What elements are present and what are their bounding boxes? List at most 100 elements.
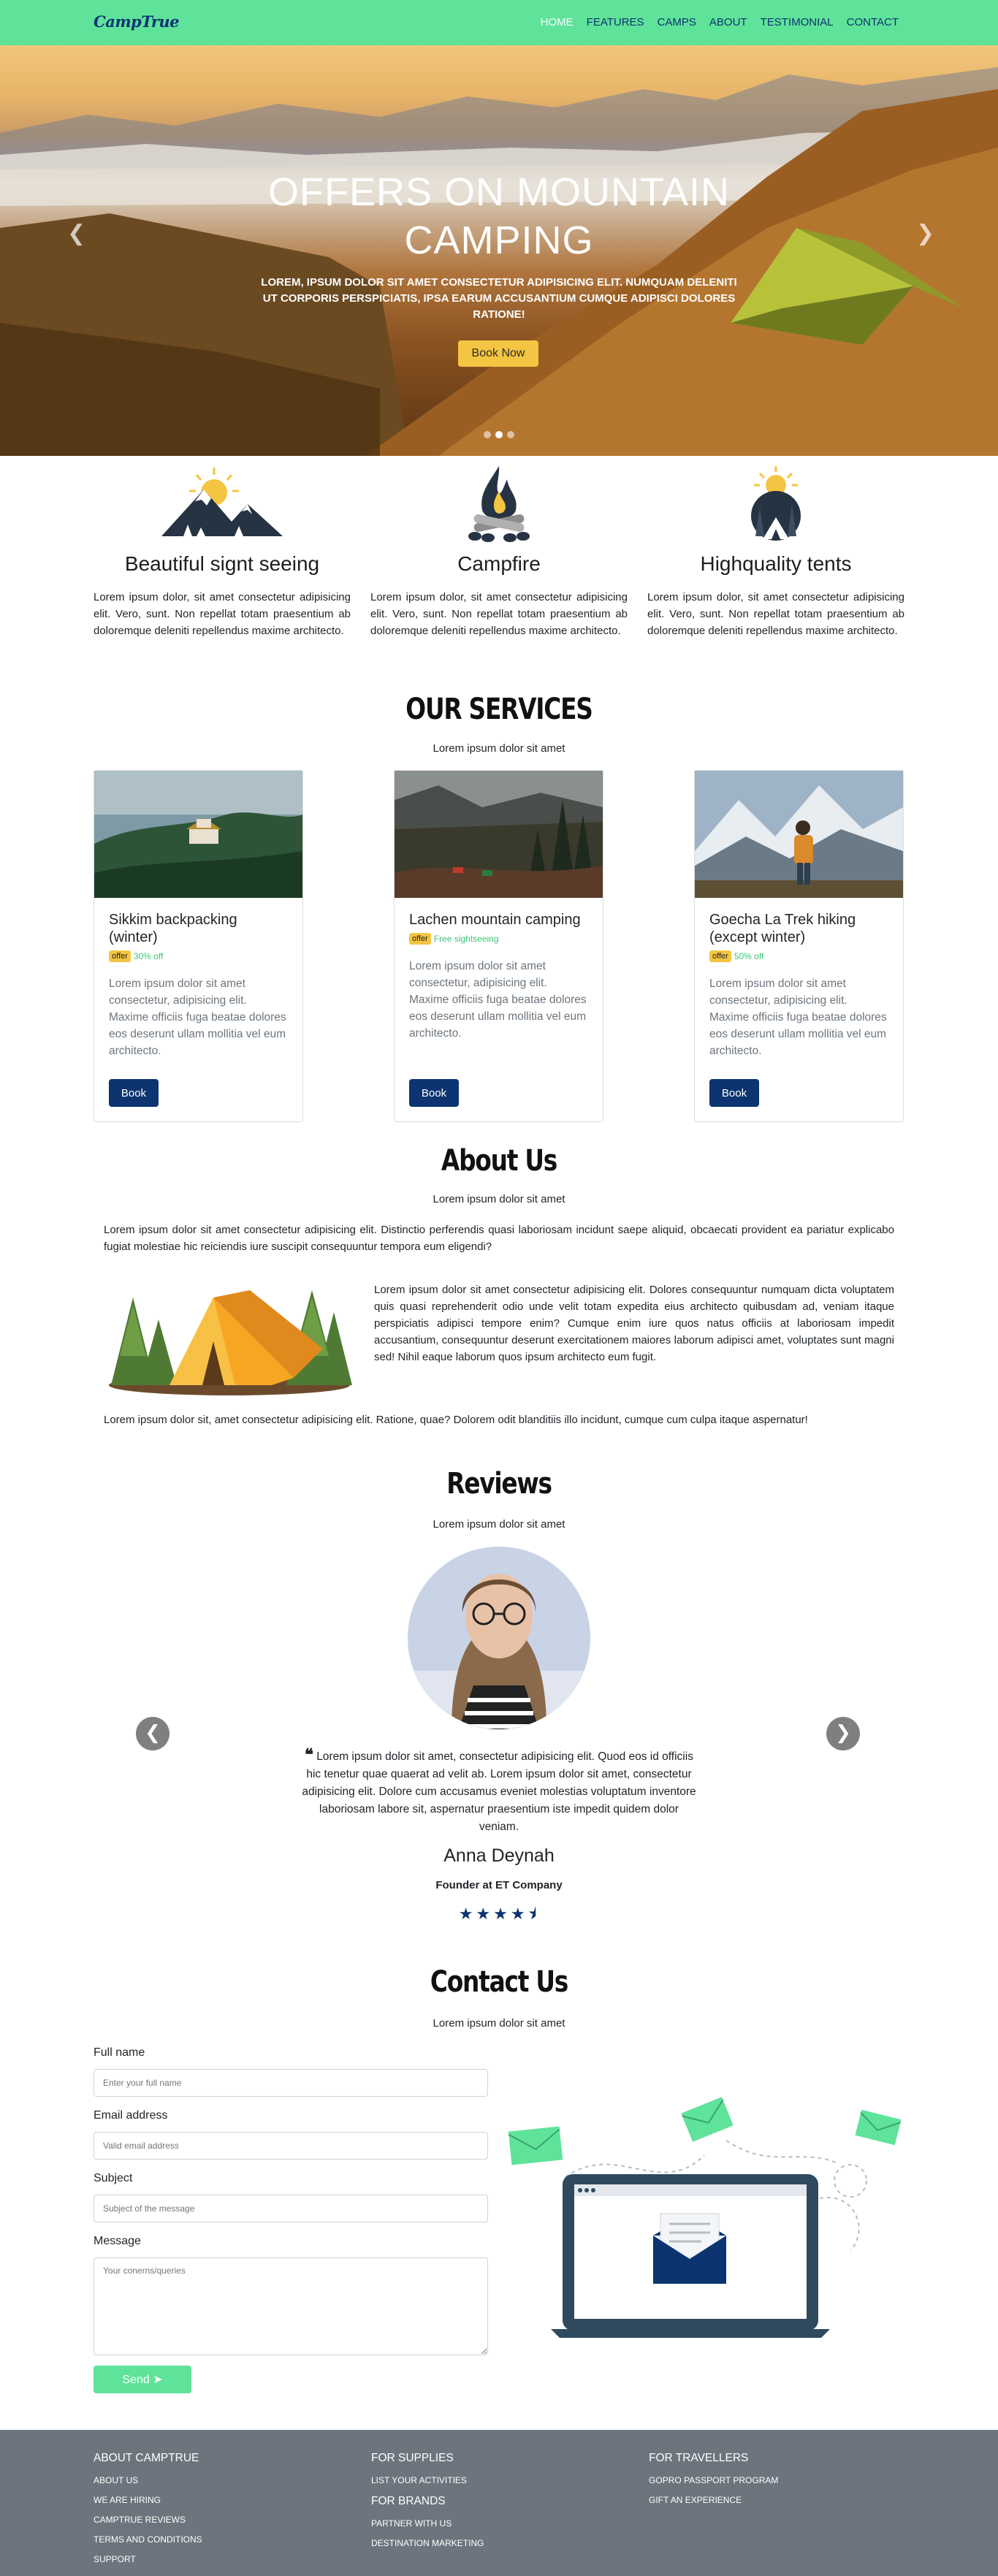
hero-subtitle: LOREM, IPSUM DOLOR SIT AMET CONSECTETUR … bbox=[261, 276, 737, 321]
footer-link-hiring[interactable]: WE ARE HIRING bbox=[94, 2495, 202, 2505]
service-card-lachen: Lachen mountain camping offer Free sight… bbox=[394, 770, 603, 1122]
mountain-sun-icon bbox=[161, 468, 283, 536]
footer-link-gift[interactable]: GIFT AN EXPERIENCE bbox=[649, 2495, 778, 2505]
carousel-prev-icon[interactable]: ❮ bbox=[67, 221, 85, 246]
offer-badge: offer bbox=[409, 933, 431, 945]
offer-badge: offer bbox=[709, 950, 731, 962]
feature-title: Beautiful signt seeing bbox=[124, 552, 320, 575]
carousel-indicators bbox=[484, 431, 514, 438]
camping-tent-illustration bbox=[109, 1290, 352, 1395]
review-quote: ❝ Lorem ipsum dolor sit amet, consectetu… bbox=[301, 1746, 697, 1836]
footer-link-support[interactable]: SUPPORT bbox=[94, 2554, 202, 2564]
feature-title: Highquality tents bbox=[700, 552, 852, 575]
review-next-icon[interactable]: ❯ bbox=[826, 1717, 860, 1750]
send-label: Send bbox=[122, 2374, 150, 2386]
email-input[interactable] bbox=[94, 2132, 488, 2160]
offer-text: 30% off bbox=[133, 951, 164, 961]
contact-subtitle: Lorem ipsum dolor sit amet bbox=[433, 2017, 565, 2030]
nav-link-features[interactable]: FEATURES bbox=[587, 16, 644, 28]
offer-text: Free sightseeing bbox=[433, 934, 499, 944]
footer-heading: ABOUT CAMPTRUE bbox=[94, 2452, 199, 2464]
about-paragraph: Lorem ipsum dolor sit amet consectetur a… bbox=[104, 1224, 894, 1253]
navbar: CampTrue HOME FEATURES CAMPS ABOUT TESTI… bbox=[0, 0, 998, 45]
contact-title: Contact Us bbox=[430, 1965, 568, 1999]
reviewer-name: Anna Deynah bbox=[443, 1845, 555, 1866]
feature-text: Lorem ipsum dolor, sit amet consectetur … bbox=[647, 591, 904, 637]
service-card-sikkim: Sikkim backpacking (winter) offer 30% of… bbox=[94, 770, 303, 1122]
service-card-goecha: Goecha La Trek hiking (except winter) of… bbox=[694, 770, 904, 1122]
hero-carousel: ❮ ❯ OFFERS ON MOUNTAIN CAMPING LOREM, IP… bbox=[0, 45, 998, 456]
carousel-next-icon[interactable]: ❯ bbox=[916, 221, 934, 246]
footer-heading: FOR TRAVELLERS bbox=[649, 2452, 749, 2464]
about-subtitle: Lorem ipsum dolor sit amet bbox=[433, 1193, 565, 1205]
card-image bbox=[94, 771, 302, 898]
feature-campfire: Campfire Lorem ipsum dolor, sit amet con… bbox=[370, 462, 628, 639]
feature-tents: Highquality tents Lorem ipsum dolor, sit… bbox=[647, 462, 904, 639]
brand-logo[interactable]: CampTrue bbox=[94, 12, 180, 31]
email-label: Email address bbox=[94, 2109, 168, 2122]
about-paragraph: Lorem ipsum dolor sit amet consectetur a… bbox=[374, 1284, 894, 1363]
star-half-icon: ⯨ bbox=[527, 1905, 540, 1924]
send-button[interactable]: Send ➤ bbox=[94, 2366, 191, 2393]
feature-title: Campfire bbox=[457, 552, 541, 575]
reviewer-avatar bbox=[408, 1547, 590, 1729]
quote-icon: ❝ bbox=[305, 1745, 313, 1764]
footer-heading: FOR BRANDS bbox=[371, 2495, 446, 2507]
footer-link-reviews[interactable]: CAMPTRUE REVIEWS bbox=[94, 2515, 202, 2525]
book-now-button[interactable]: Book Now bbox=[458, 340, 538, 367]
card-text: Lorem ipsum dolor sit amet consectetur, … bbox=[409, 960, 587, 1040]
footer-col-travellers: FOR TRAVELLERS GOPRO PASSPORT PROGRAM GI… bbox=[649, 2452, 778, 2515]
card-title: Sikkim backpacking (winter) bbox=[109, 912, 237, 945]
message-textarea[interactable] bbox=[94, 2257, 488, 2355]
feature-text: Lorem ipsum dolor, sit amet consectetur … bbox=[370, 591, 628, 637]
full-name-input[interactable] bbox=[94, 2069, 488, 2097]
nav-links: HOME FEATURES CAMPS ABOUT TESTIMONIAL CO… bbox=[541, 16, 899, 28]
hero-title: OFFERS ON MOUNTAIN CAMPING bbox=[268, 170, 730, 262]
nav-link-contact[interactable]: CONTACT bbox=[847, 16, 899, 28]
footer-link-list-activities[interactable]: LIST YOUR ACTIVITIES bbox=[371, 2475, 484, 2485]
star-icon: ★ bbox=[458, 1905, 476, 1924]
footer-link-terms[interactable]: TERMS AND CONDITIONS bbox=[94, 2534, 202, 2545]
offer-text: 50% off bbox=[734, 951, 764, 961]
services-title: OUR SERVICES bbox=[405, 693, 593, 726]
nav-link-about[interactable]: ABOUT bbox=[709, 16, 747, 28]
card-image bbox=[695, 771, 903, 898]
carousel-dot-active[interactable] bbox=[495, 431, 503, 438]
about-paragraph: Lorem ipsum dolor sit, amet consectetur … bbox=[104, 1414, 808, 1426]
footer-link-destination-marketing[interactable]: DESTINATION MARKETING bbox=[371, 2538, 484, 2548]
carousel-dot[interactable] bbox=[507, 431, 514, 438]
message-label: Message bbox=[94, 2235, 141, 2247]
card-text: Lorem ipsum dolor sit amet consectetur, … bbox=[109, 978, 286, 1057]
nav-link-testimonial[interactable]: TESTIMONIAL bbox=[761, 16, 834, 28]
footer-heading: FOR SUPPLIES bbox=[371, 2452, 454, 2464]
feature-sightseeing: Beautiful signt seeing Lorem ipsum dolor… bbox=[94, 462, 351, 639]
tent-sun-icon bbox=[751, 466, 801, 541]
subject-input[interactable] bbox=[94, 2195, 488, 2222]
nav-link-camps[interactable]: CAMPS bbox=[658, 16, 696, 28]
footer-col-about: ABOUT CAMPTRUE ABOUT US WE ARE HIRING CA… bbox=[94, 2452, 202, 2574]
about-title: About Us bbox=[441, 1144, 557, 1178]
book-button[interactable]: Book bbox=[409, 1079, 459, 1107]
footer-link-gopro[interactable]: GOPRO PASSPORT PROGRAM bbox=[649, 2475, 778, 2485]
carousel-dot[interactable] bbox=[484, 431, 491, 438]
nav-link-home[interactable]: HOME bbox=[541, 16, 574, 28]
book-button[interactable]: Book bbox=[109, 1079, 159, 1107]
footer: ABOUT CAMPTRUE ABOUT US WE ARE HIRING CA… bbox=[0, 2430, 998, 2576]
services-subtitle: Lorem ipsum dolor sit amet bbox=[433, 742, 565, 755]
reviews-title: Reviews bbox=[446, 1467, 552, 1501]
star-icon: ★ bbox=[510, 1905, 528, 1924]
rating-stars: ★★★★⯨ bbox=[0, 1902, 998, 1929]
feature-text: Lorem ipsum dolor, sit amet consectetur … bbox=[94, 591, 351, 637]
footer-link-partner[interactable]: PARTNER WITH US bbox=[371, 2518, 484, 2529]
footer-col-supplies: FOR SUPPLIES LIST YOUR ACTIVITIES FOR BR… bbox=[371, 2452, 484, 2558]
card-title: Lachen mountain camping bbox=[409, 912, 581, 928]
full-name-label: Full name bbox=[94, 2046, 145, 2059]
book-button[interactable]: Book bbox=[709, 1079, 759, 1107]
review-quote-text: Lorem ipsum dolor sit amet, consectetur … bbox=[302, 1750, 696, 1833]
offer-badge: offer bbox=[109, 950, 131, 962]
card-title: Goecha La Trek hiking (except winter) bbox=[709, 912, 856, 945]
footer-link-about-us[interactable]: ABOUT US bbox=[94, 2475, 202, 2485]
star-icon: ★ bbox=[476, 1905, 494, 1924]
review-prev-icon[interactable]: ❮ bbox=[136, 1717, 169, 1750]
subject-label: Subject bbox=[94, 2172, 133, 2184]
